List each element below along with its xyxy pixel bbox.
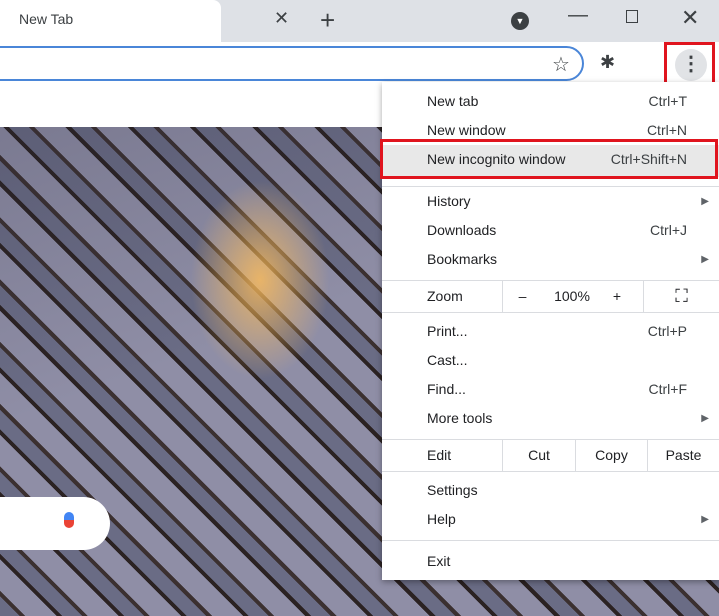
- zoom-out-button[interactable]: –: [502, 281, 542, 312]
- zoom-label: Zoom: [427, 288, 463, 304]
- label: New tab: [427, 93, 479, 109]
- fullscreen-icon[interactable]: ⛶: [643, 281, 719, 312]
- submenu-arrow-icon: ▶: [701, 254, 709, 265]
- edit-row: Edit Cut Copy Paste: [382, 440, 719, 471]
- profile-dropdown-icon[interactable]: ▼: [511, 12, 529, 30]
- address-bar[interactable]: [0, 46, 584, 81]
- restore-button[interactable]: [626, 10, 638, 23]
- edit-label: Edit: [427, 447, 452, 463]
- shortcut: Ctrl+J: [650, 222, 687, 238]
- label: Downloads: [427, 222, 497, 238]
- menu-item-help[interactable]: Help ▶: [382, 505, 719, 534]
- menu-item-find[interactable]: Find... Ctrl+F: [382, 375, 719, 404]
- menu-item-settings[interactable]: Settings: [382, 476, 719, 505]
- minimize-button[interactable]: —: [568, 4, 588, 27]
- zoom-row: Zoom – 100% + ⛶: [382, 281, 719, 312]
- label: Find...: [427, 381, 466, 397]
- shortcut: Ctrl+T: [648, 93, 688, 109]
- label: Help: [427, 511, 456, 527]
- submenu-arrow-icon: ▶: [701, 413, 709, 424]
- paste-button[interactable]: Paste: [647, 440, 719, 471]
- shortcut: Ctrl+F: [648, 381, 688, 397]
- label: Exit: [427, 553, 451, 569]
- zoom-level: 100%: [554, 288, 590, 304]
- label: Print...: [427, 323, 468, 339]
- label: More tools: [427, 410, 493, 426]
- menu-item-cast[interactable]: Cast...: [382, 346, 719, 375]
- submenu-arrow-icon: ▶: [701, 196, 709, 207]
- label: Bookmarks: [427, 251, 498, 267]
- label: Settings: [427, 482, 478, 498]
- background-glow: [190, 180, 330, 380]
- label: History: [427, 193, 471, 209]
- copy-button[interactable]: Copy: [575, 440, 647, 471]
- menu-item-more-tools[interactable]: More tools ▶: [382, 404, 719, 433]
- menu-item-new-tab[interactable]: New tab Ctrl+T: [382, 87, 719, 116]
- microphone-icon[interactable]: [64, 512, 74, 528]
- menu-item-print[interactable]: Print... Ctrl+P: [382, 317, 719, 346]
- new-tab-button[interactable]: +: [320, 5, 335, 36]
- zoom-in-button[interactable]: +: [602, 281, 632, 312]
- menu-item-downloads[interactable]: Downloads Ctrl+J: [382, 216, 719, 245]
- cut-button[interactable]: Cut: [502, 440, 575, 471]
- search-box[interactable]: [0, 497, 110, 550]
- tab-title: New Tab: [19, 11, 74, 27]
- menu-item-history[interactable]: History ▶: [382, 187, 719, 216]
- menu-item-exit[interactable]: Exit: [382, 547, 719, 576]
- divider: [382, 471, 719, 472]
- close-window-button[interactable]: ✕: [681, 5, 699, 31]
- menu-item-bookmarks[interactable]: Bookmarks ▶: [382, 245, 719, 274]
- tab-close-icon[interactable]: ✕: [274, 8, 289, 29]
- divider: [382, 312, 719, 313]
- bookmark-star-icon[interactable]: ☆: [552, 52, 570, 77]
- highlight-box-incognito: [380, 139, 718, 179]
- shortcut: Ctrl+P: [647, 323, 687, 339]
- extensions-icon[interactable]: ✱: [600, 52, 615, 73]
- label: Cast...: [427, 352, 468, 368]
- divider: [382, 540, 719, 541]
- submenu-arrow-icon: ▶: [701, 514, 709, 525]
